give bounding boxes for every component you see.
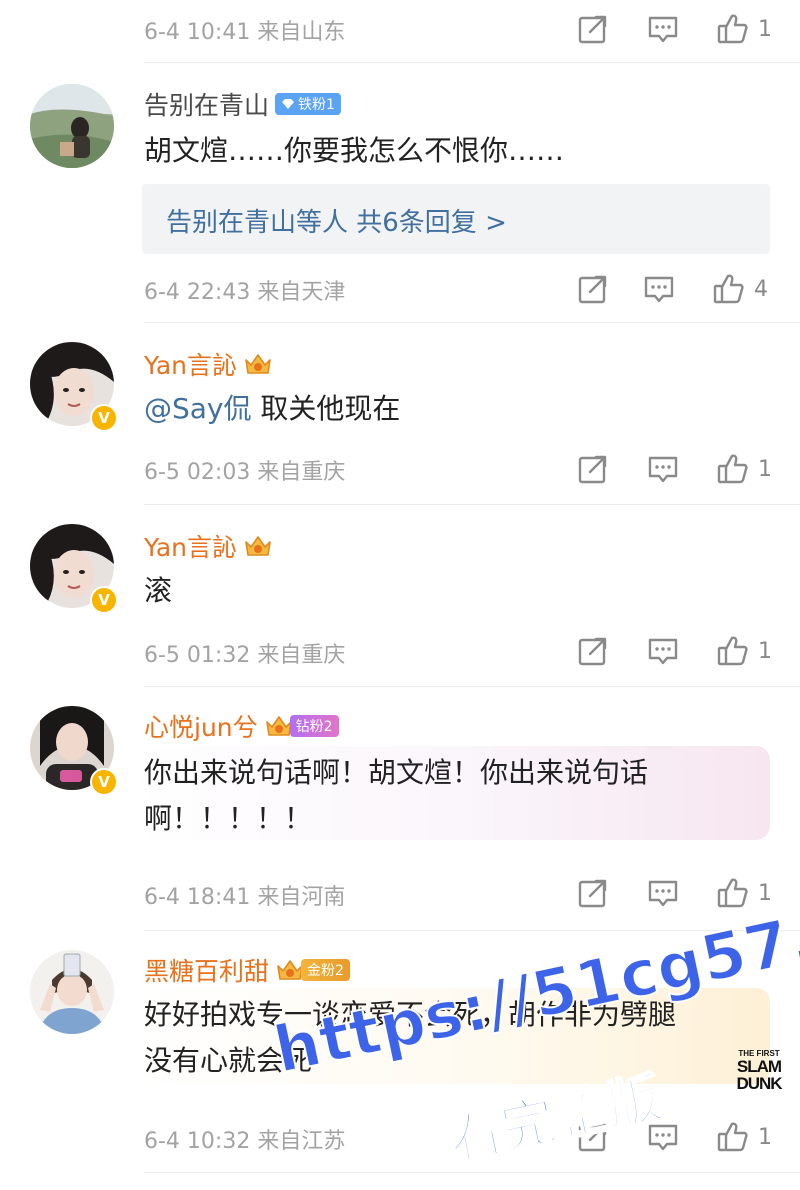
username[interactable]: Yan言訫 xyxy=(144,346,273,382)
like-count: 1 xyxy=(758,638,772,664)
username-text: Yan言訫 xyxy=(144,533,237,562)
comment-text: 胡文煊……你要我怎么不恨你…… xyxy=(144,134,565,167)
comment-text-line: 你出来说句话啊！胡文煊！你出来说句话 xyxy=(144,756,649,789)
like-count: 1 xyxy=(758,16,772,42)
reply-summary[interactable]: 告别在青山等人 共6条回复 > xyxy=(142,184,770,254)
fan-badge-label: 金粉2 xyxy=(307,963,344,979)
comment-actions: 1 xyxy=(576,12,776,46)
username[interactable]: 心悦jun兮 钻粉2 xyxy=(144,708,339,744)
fan-badge-label: 铁粉1 xyxy=(298,97,335,113)
like-button[interactable]: 1 xyxy=(716,12,772,46)
comment-text-body: 取关他现在 xyxy=(251,392,401,425)
fan-badge-label: 钻粉2 xyxy=(295,719,333,735)
comment-button[interactable] xyxy=(646,12,680,46)
logo-line: SLAM xyxy=(736,1057,782,1076)
username-text: 黑糖百利甜 xyxy=(144,957,270,986)
fan-badge: 铁粉1 xyxy=(275,93,341,115)
avatar-image xyxy=(30,84,114,168)
comment-icon xyxy=(646,876,680,910)
divider xyxy=(144,1172,800,1173)
like-icon xyxy=(716,452,750,486)
like-button[interactable]: 1 xyxy=(716,1120,772,1154)
comment-button[interactable] xyxy=(646,452,680,486)
username[interactable]: 黑糖百利甜 金粉2 xyxy=(144,952,350,988)
like-icon xyxy=(716,634,750,668)
reply-summary-text: 告别在青山等人 共6条回复 > xyxy=(166,208,507,238)
comment-icon xyxy=(646,12,680,46)
crown-icon xyxy=(243,533,273,559)
like-count: 1 xyxy=(758,1124,772,1150)
like-button[interactable]: 1 xyxy=(716,634,772,668)
comment-actions: 1 xyxy=(576,634,776,668)
comment-button[interactable] xyxy=(646,876,680,910)
divider xyxy=(144,686,800,687)
like-button[interactable]: 1 xyxy=(716,452,772,486)
avatar[interactable] xyxy=(30,84,114,168)
divider xyxy=(144,504,800,505)
slam-dunk-logo: THE FIRST SLAM DUNK xyxy=(736,1050,782,1093)
comment-button[interactable] xyxy=(642,272,676,306)
comment-icon xyxy=(646,634,680,668)
repost-icon xyxy=(576,12,610,46)
logo-line: DUNK xyxy=(736,1074,782,1093)
divider xyxy=(144,322,800,323)
comment-icon xyxy=(642,272,676,306)
username[interactable]: Yan言訫 xyxy=(144,528,273,564)
comment-meta: 6-4 22:43 来自天津 xyxy=(144,280,346,305)
verified-icon: V xyxy=(90,586,118,614)
divider xyxy=(144,62,800,63)
like-icon xyxy=(716,1120,750,1154)
username-text: 心悦jun兮 xyxy=(144,713,258,742)
comment-actions: 1 xyxy=(576,876,776,910)
comment-button[interactable] xyxy=(646,634,680,668)
fan-badge: 金粉2 xyxy=(301,959,350,981)
comment-meta: 6-4 10:41 来自山东 xyxy=(144,20,346,45)
like-count: 4 xyxy=(754,276,768,302)
username-text: 告别在青山 xyxy=(144,91,270,120)
comment-text: 滚 xyxy=(144,574,173,607)
comment-text: @Say侃 取关他现在 xyxy=(144,386,400,432)
username[interactable]: 告别在青山 铁粉1 xyxy=(144,86,341,122)
repost-icon xyxy=(576,452,610,486)
avatar-image xyxy=(30,950,114,1034)
comment-meta: 6-4 10:32 来自江苏 xyxy=(144,1129,346,1154)
repost-button[interactable] xyxy=(576,272,610,306)
diamond-icon xyxy=(281,98,295,110)
verified-icon: V xyxy=(90,404,118,432)
like-button[interactable]: 4 xyxy=(712,272,768,306)
repost-button[interactable] xyxy=(576,634,610,668)
comment-meta: 6-5 01:32 来自重庆 xyxy=(144,643,346,668)
comment-meta: 6-5 02:03 来自重庆 xyxy=(144,460,346,485)
comment-text-line: 啊！！！！！ xyxy=(144,802,313,835)
comment-actions: 1 xyxy=(576,452,776,486)
like-count: 1 xyxy=(758,880,772,906)
repost-button[interactable] xyxy=(576,452,610,486)
repost-icon xyxy=(576,272,610,306)
comment-meta: 6-4 18:41 来自河南 xyxy=(144,885,346,910)
comment-icon xyxy=(646,452,680,486)
avatar[interactable] xyxy=(30,950,114,1034)
repost-icon xyxy=(576,634,610,668)
verified-icon: V xyxy=(90,768,118,796)
like-icon xyxy=(712,272,746,306)
like-count: 1 xyxy=(758,456,772,482)
repost-button[interactable] xyxy=(576,876,610,910)
like-button[interactable]: 1 xyxy=(716,876,772,910)
repost-button[interactable] xyxy=(576,12,610,46)
repost-icon xyxy=(576,876,610,910)
like-icon xyxy=(716,12,750,46)
username-text: Yan言訫 xyxy=(144,351,237,380)
like-icon xyxy=(716,876,750,910)
mention-link[interactable]: @Say侃 xyxy=(144,392,252,425)
fan-badge: 钻粉2 xyxy=(289,715,339,737)
crown-icon xyxy=(243,351,273,377)
comment-actions: 4 xyxy=(576,272,776,306)
